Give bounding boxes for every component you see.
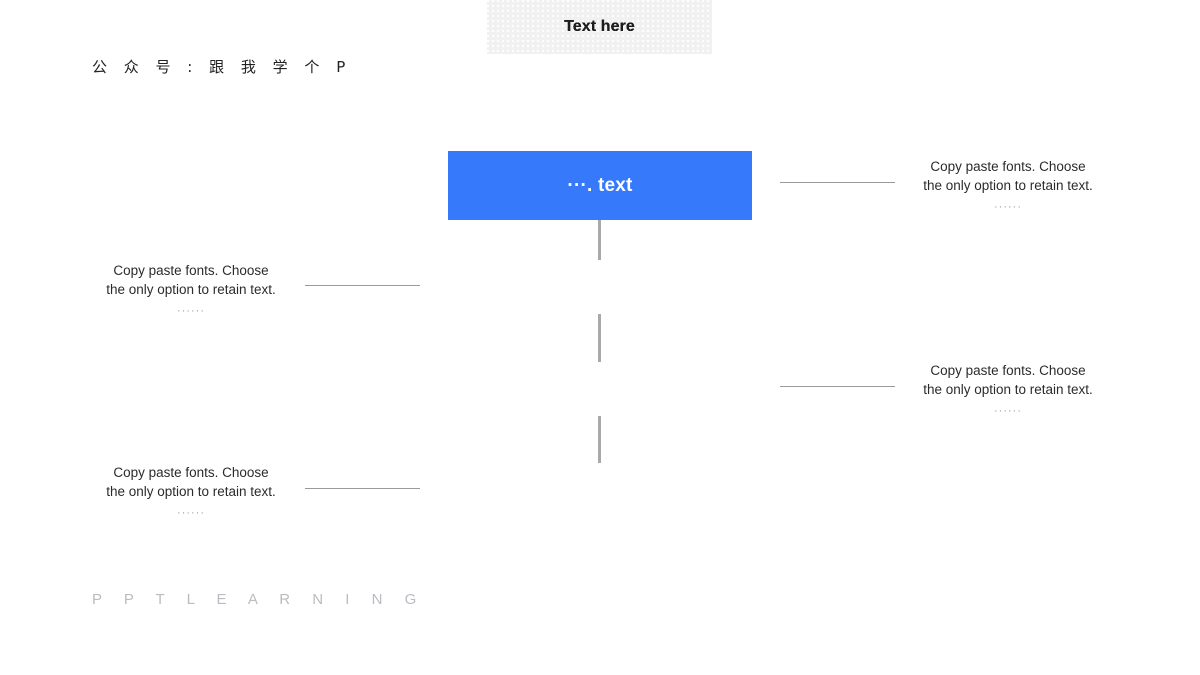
flow-box-primary[interactable]: ···. text bbox=[448, 151, 752, 220]
note-right-middle-line1: Copy paste fonts. Choose bbox=[930, 363, 1086, 378]
note-left-bottom-line1: Copy paste fonts. Choose bbox=[113, 465, 269, 480]
connector-vertical-3 bbox=[598, 416, 601, 463]
note-right-middle: Copy paste fonts. Choose the only option… bbox=[908, 361, 1108, 421]
note-left-top-line2: the only option to retain text. bbox=[106, 282, 276, 297]
flow-box-step-4[interactable]: Text here bbox=[487, 0, 712, 54]
connector-leader-right-middle bbox=[780, 386, 895, 387]
note-left-top: Copy paste fonts. Choose the only option… bbox=[91, 261, 291, 321]
note-right-top-ellipsis: ······ bbox=[994, 201, 1022, 213]
note-right-middle-ellipsis: ······ bbox=[994, 405, 1022, 417]
connector-leader-left-bottom bbox=[305, 488, 420, 489]
connector-leader-right-top bbox=[780, 182, 895, 183]
note-left-bottom: Copy paste fonts. Choose the only option… bbox=[91, 463, 291, 523]
connector-vertical-2 bbox=[598, 314, 601, 362]
slide-canvas: 公 众 号 : 跟 我 学 个 P ···. text Text here Te… bbox=[0, 0, 1200, 675]
note-right-top: Copy paste fonts. Choose the only option… bbox=[908, 157, 1108, 217]
note-left-bottom-line2: the only option to retain text. bbox=[106, 484, 276, 499]
note-left-top-ellipsis: ······ bbox=[177, 305, 205, 317]
connector-leader-left-top bbox=[305, 285, 420, 286]
flow-box-primary-label: ···. text bbox=[567, 174, 633, 196]
note-right-top-line1: Copy paste fonts. Choose bbox=[930, 159, 1086, 174]
header-brand-text: 公 众 号 : 跟 我 学 个 P bbox=[92, 58, 352, 76]
note-left-bottom-ellipsis: ······ bbox=[177, 507, 205, 519]
note-right-middle-line2: the only option to retain text. bbox=[923, 382, 1093, 397]
connector-vertical-1 bbox=[598, 220, 601, 260]
note-left-top-line1: Copy paste fonts. Choose bbox=[113, 263, 269, 278]
footer-brand-text: P P T L E A R N I N G bbox=[92, 591, 426, 608]
note-right-top-line2: the only option to retain text. bbox=[923, 178, 1093, 193]
flow-box-step-4-label: Text here bbox=[564, 18, 635, 35]
